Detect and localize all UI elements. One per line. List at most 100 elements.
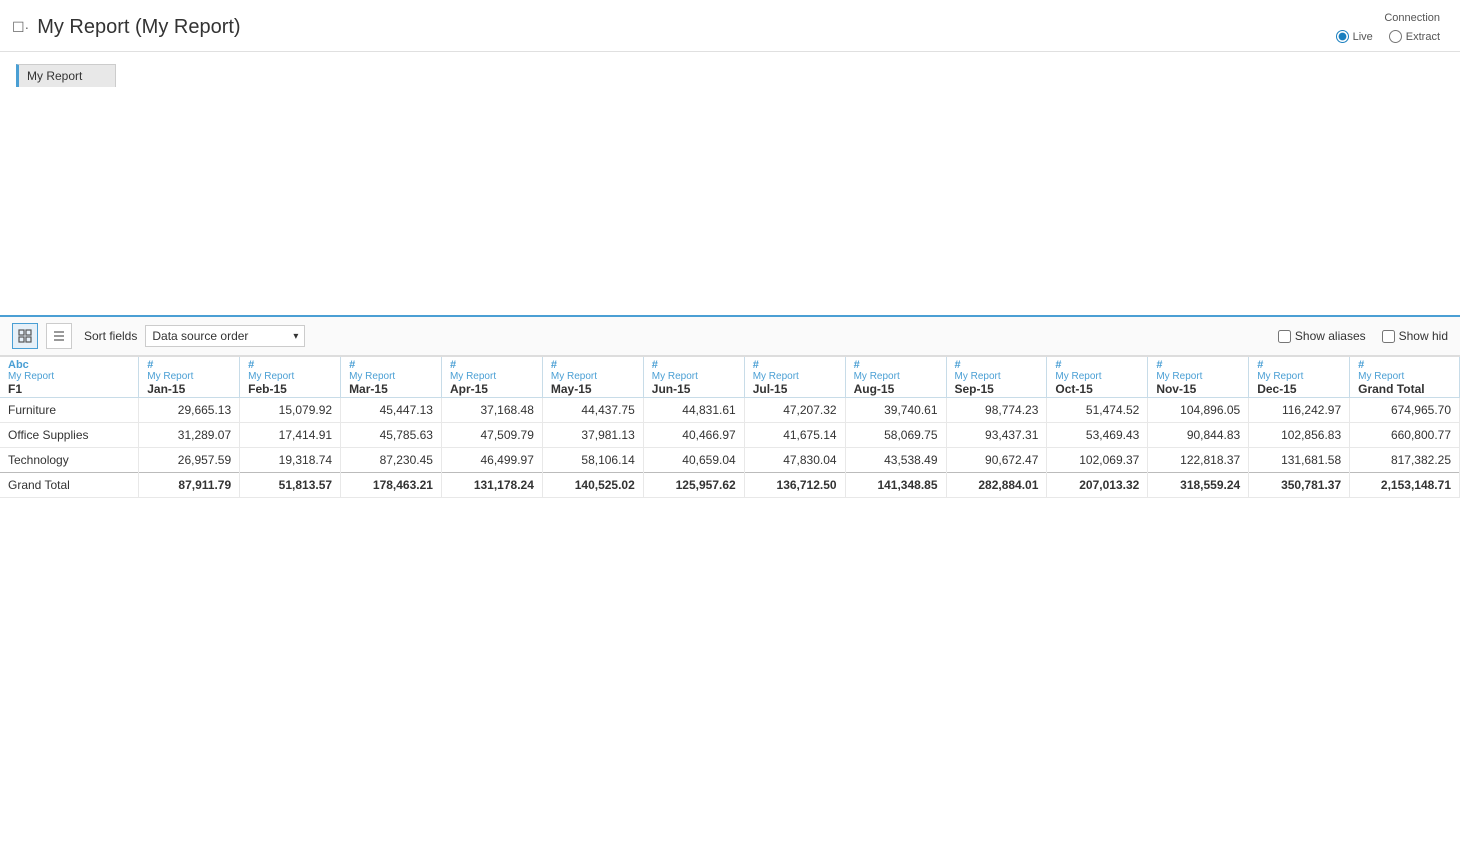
show-hidden-checkbox[interactable]: Show hid	[1382, 329, 1448, 343]
show-aliases-label: Show aliases	[1295, 329, 1366, 343]
sheet-tab[interactable]: My Report	[16, 64, 116, 87]
col-name-label: Aug-15	[854, 382, 938, 396]
table-row: Furniture29,665.1315,079.9245,447.1337,1…	[0, 398, 1460, 423]
table-row: Grand Total87,911.7951,813.57178,463.211…	[0, 473, 1460, 498]
col-header-f1[interactable]: Abc My Report F1	[0, 357, 139, 398]
col-source-label: My Report	[1257, 371, 1341, 382]
column-header-row: Abc My Report F1 # My Report Jan-15 # My…	[0, 357, 1460, 398]
cell-value: 674,965.70	[1350, 398, 1460, 423]
list-view-button[interactable]	[46, 323, 72, 349]
live-radio-input[interactable]	[1336, 30, 1349, 43]
canvas-area	[0, 95, 1460, 315]
col-type-icon: #	[955, 359, 1039, 371]
cell-value: 90,672.47	[946, 448, 1047, 473]
col-source-label: My Report	[8, 371, 130, 382]
grid-view-button[interactable]	[12, 323, 38, 349]
cell-value: 19,318.74	[240, 448, 341, 473]
col-type-icon: #	[652, 359, 736, 371]
col-type-icon: #	[1055, 359, 1139, 371]
row-label: Technology	[0, 448, 139, 473]
page-title: My Report (My Report)	[37, 16, 240, 39]
col-name-label: Grand Total	[1358, 382, 1451, 396]
sheet-tab-area: My Report	[0, 56, 1460, 95]
col-source-label: My Report	[652, 371, 736, 382]
col-source-label: My Report	[349, 371, 433, 382]
col-name-label: Feb-15	[248, 382, 332, 396]
cell-value: 53,469.43	[1047, 423, 1148, 448]
row-label: Furniture	[0, 398, 139, 423]
col-header-aug-15[interactable]: # My Report Aug-15	[845, 357, 946, 398]
cell-value: 43,538.49	[845, 448, 946, 473]
col-type-icon: #	[551, 359, 635, 371]
live-radio[interactable]: Live	[1336, 30, 1373, 43]
col-source-label: My Report	[955, 371, 1039, 382]
col-type-icon: #	[450, 359, 534, 371]
live-label: Live	[1353, 31, 1373, 43]
col-source-label: My Report	[248, 371, 332, 382]
col-header-apr-15[interactable]: # My Report Apr-15	[441, 357, 542, 398]
grid-icon	[18, 329, 32, 343]
cell-value: 660,800.77	[1350, 423, 1460, 448]
col-header-mar-15[interactable]: # My Report Mar-15	[341, 357, 442, 398]
cell-value: 207,013.32	[1047, 473, 1148, 498]
cell-value: 58,106.14	[542, 448, 643, 473]
col-header-sep-15[interactable]: # My Report Sep-15	[946, 357, 1047, 398]
table-row: Office Supplies31,289.0717,414.9145,785.…	[0, 423, 1460, 448]
show-aliases-input[interactable]	[1278, 330, 1291, 343]
cell-value: 93,437.31	[946, 423, 1047, 448]
cell-value: 37,981.13	[542, 423, 643, 448]
col-name-label: F1	[8, 382, 130, 396]
col-header-jun-15[interactable]: # My Report Jun-15	[643, 357, 744, 398]
col-type-icon: #	[1257, 359, 1341, 371]
col-name-label: Mar-15	[349, 382, 433, 396]
data-table: Abc My Report F1 # My Report Jan-15 # My…	[0, 357, 1460, 498]
cell-value: 122,818.37	[1148, 448, 1249, 473]
col-name-label: Sep-15	[955, 382, 1039, 396]
col-header-dec-15[interactable]: # My Report Dec-15	[1249, 357, 1350, 398]
col-type-icon: #	[753, 359, 837, 371]
col-header-feb-15[interactable]: # My Report Feb-15	[240, 357, 341, 398]
connection-radio-group: Live Extract	[1336, 30, 1440, 43]
cell-value: 90,844.83	[1148, 423, 1249, 448]
col-header-oct-15[interactable]: # My Report Oct-15	[1047, 357, 1148, 398]
col-header-nov-15[interactable]: # My Report Nov-15	[1148, 357, 1249, 398]
col-name-label: Nov-15	[1156, 382, 1240, 396]
col-type-icon: #	[1358, 359, 1451, 371]
toolbar-right: Show aliases Show hid	[1278, 329, 1448, 343]
cell-value: 87,911.79	[139, 473, 240, 498]
cell-value: 40,466.97	[643, 423, 744, 448]
col-name-label: Jun-15	[652, 382, 736, 396]
col-source-label: My Report	[854, 371, 938, 382]
cell-value: 29,665.13	[139, 398, 240, 423]
cell-value: 46,499.97	[441, 448, 542, 473]
cell-value: 102,856.83	[1249, 423, 1350, 448]
col-header-grand-total[interactable]: # My Report Grand Total	[1350, 357, 1460, 398]
extract-radio-input[interactable]	[1389, 30, 1402, 43]
col-header-jan-15[interactable]: # My Report Jan-15	[139, 357, 240, 398]
cell-value: 58,069.75	[845, 423, 946, 448]
sort-order-dropdown[interactable]: Data source order ▾	[145, 325, 305, 347]
col-header-jul-15[interactable]: # My Report Jul-15	[744, 357, 845, 398]
show-aliases-checkbox[interactable]: Show aliases	[1278, 329, 1366, 343]
cell-value: 51,474.52	[1047, 398, 1148, 423]
col-source-label: My Report	[450, 371, 534, 382]
extract-label: Extract	[1406, 31, 1440, 43]
show-hidden-input[interactable]	[1382, 330, 1395, 343]
cell-value: 98,774.23	[946, 398, 1047, 423]
cell-value: 350,781.37	[1249, 473, 1350, 498]
col-source-label: My Report	[1358, 371, 1451, 382]
col-name-label: Oct-15	[1055, 382, 1139, 396]
dropdown-arrow-icon: ▾	[293, 331, 298, 342]
col-type-icon: #	[854, 359, 938, 371]
col-type-icon: #	[248, 359, 332, 371]
extract-radio[interactable]: Extract	[1389, 30, 1440, 43]
cell-value: 44,437.75	[542, 398, 643, 423]
cell-value: 17,414.91	[240, 423, 341, 448]
data-table-container: Abc My Report F1 # My Report Jan-15 # My…	[0, 356, 1460, 498]
col-header-may-15[interactable]: # My Report May-15	[542, 357, 643, 398]
sort-order-value: Data source order	[152, 329, 248, 343]
cell-value: 44,831.61	[643, 398, 744, 423]
cell-value: 15,079.92	[240, 398, 341, 423]
cell-value: 47,509.79	[441, 423, 542, 448]
cell-value: 104,896.05	[1148, 398, 1249, 423]
